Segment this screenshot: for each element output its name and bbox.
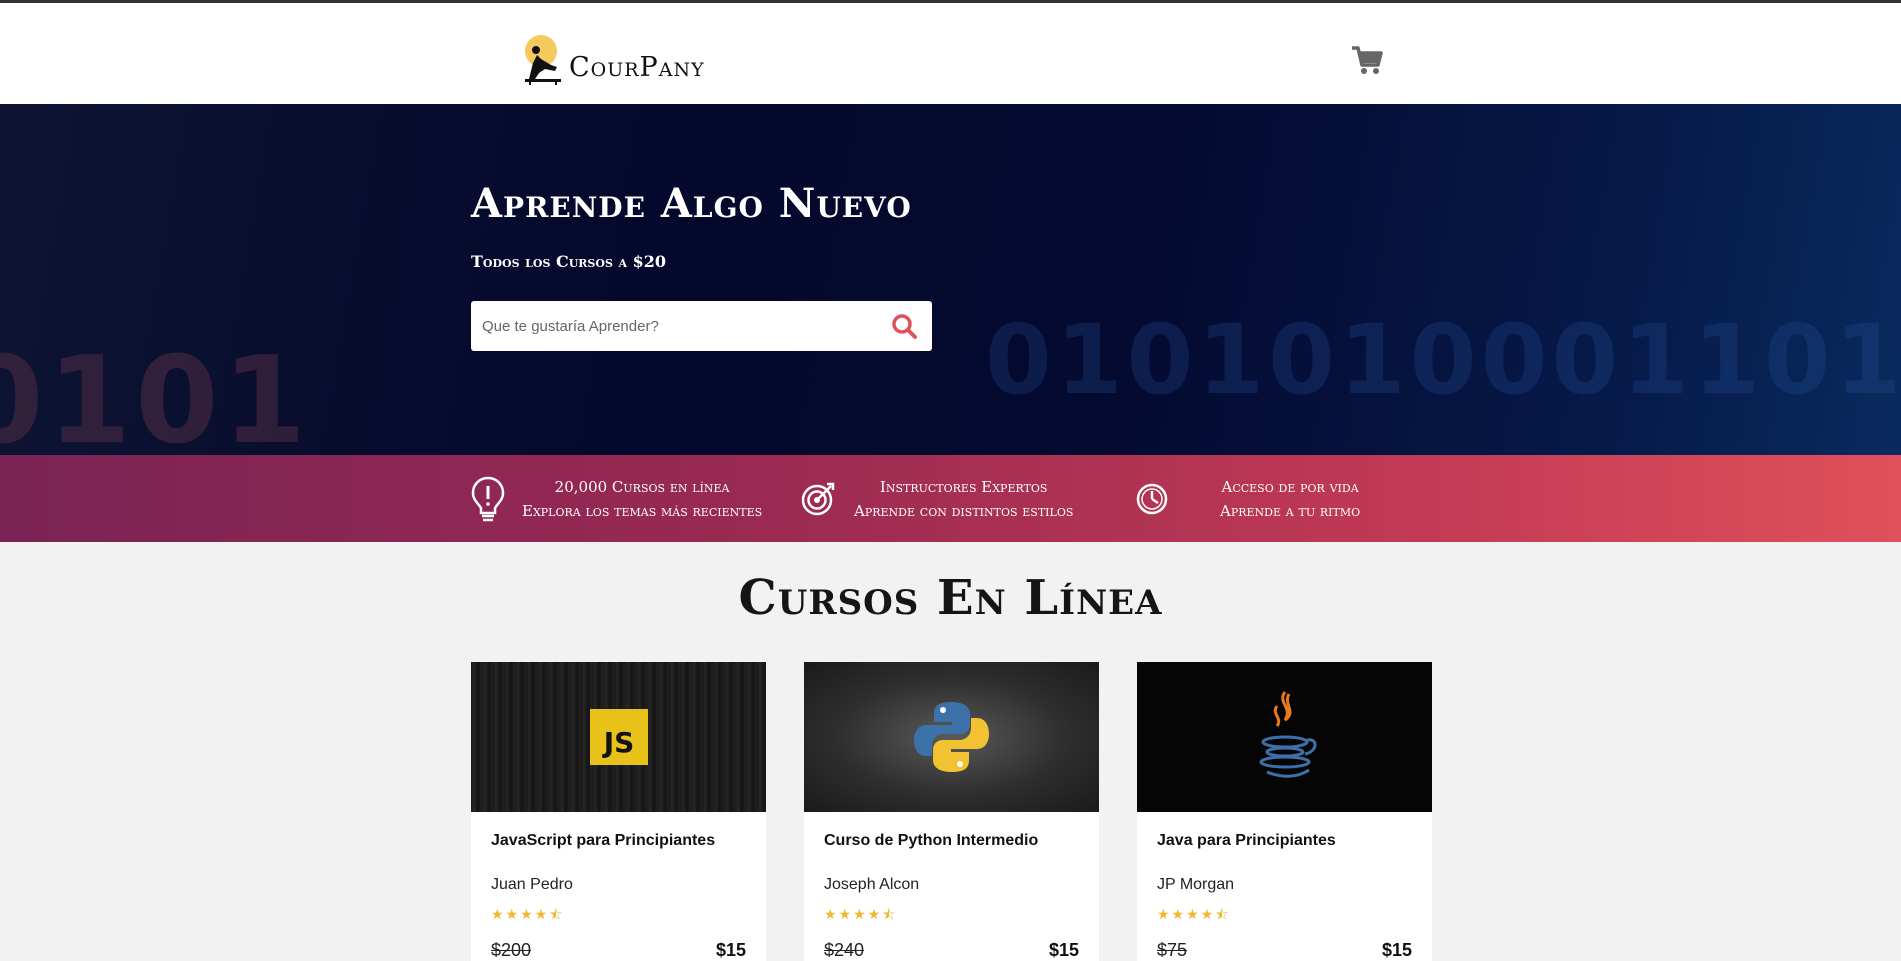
star-rating-icon: ★★★★⯪ xyxy=(1157,906,1231,922)
course-author: Juan Pedro xyxy=(491,876,573,893)
feature-subtitle: Aprende con distintos estilos xyxy=(854,501,1074,520)
features-band: 20,000 Cursos en línea Explora los temas… xyxy=(0,455,1901,542)
js-logo-icon: JS xyxy=(590,709,648,765)
old-price: $240 xyxy=(824,940,865,960)
brand-name: CourPany xyxy=(569,52,705,83)
course-image: JS xyxy=(471,662,766,812)
hero-title: Aprende Algo Nuevo xyxy=(471,180,912,227)
course-title[interactable]: Curso de Python Intermedio xyxy=(824,832,1079,858)
brand-logo[interactable]: CourPany xyxy=(523,25,705,85)
hero-binary-decoration-left: 0101 xyxy=(0,332,310,455)
star-rating-icon: ★★★★⯪ xyxy=(824,906,898,922)
hero-subtitle: Todos los Cursos a $20 xyxy=(471,252,666,271)
course-card-java[interactable]: Java para Principiantes JP Morgan ★★★★⯪ … xyxy=(1137,662,1432,961)
star-rating-icon: ★★★★⯪ xyxy=(491,906,565,922)
python-logo-icon xyxy=(914,702,989,772)
java-logo-icon xyxy=(1259,691,1317,778)
search-form xyxy=(471,301,932,351)
course-author: JP Morgan xyxy=(1157,876,1235,893)
site-header: CourPany xyxy=(0,3,1901,104)
feature-instructors: Instructores Expertos Aprende con distin… xyxy=(800,455,1073,542)
course-card-python[interactable]: Curso de Python Intermedio Joseph Alcon … xyxy=(804,662,1099,961)
course-card-javascript[interactable]: JS JavaScript para Principiantes Juan Pe… xyxy=(471,662,766,961)
old-price: $75 xyxy=(1157,940,1188,960)
svg-text:JS: JS xyxy=(602,726,635,759)
feature-title: Acceso de por vida xyxy=(1221,477,1359,496)
course-image xyxy=(804,662,1099,812)
target-icon xyxy=(801,482,835,515)
feature-title: Instructores Expertos xyxy=(879,477,1048,496)
feature-courses: 20,000 Cursos en línea Explora los temas… xyxy=(470,455,762,542)
feature-subtitle: Explora los temas más recientes xyxy=(522,501,763,520)
current-price: $15 xyxy=(1381,940,1412,960)
clock-icon xyxy=(1136,483,1168,514)
current-price: $15 xyxy=(1048,940,1079,960)
feature-access: Acceso de por vida Aprende a tu ritmo xyxy=(1134,455,1360,542)
course-image xyxy=(1137,662,1432,812)
hero-section: 0101 010101000110101 Aprende Algo Nuevo … xyxy=(0,104,1901,455)
feature-subtitle: Aprende a tu ritmo xyxy=(1220,501,1361,520)
old-price: $200 xyxy=(491,940,532,960)
search-icon[interactable] xyxy=(890,312,918,340)
section-title: Cursos En Línea xyxy=(738,570,1163,626)
hero-binary-decoration-right: 010101000110101 xyxy=(985,304,1901,416)
course-author: Joseph Alcon xyxy=(824,876,920,893)
reader-logo-icon xyxy=(525,35,561,85)
search-input[interactable] xyxy=(471,301,890,351)
course-title[interactable]: Java para Principiantes xyxy=(1157,832,1412,858)
cart-icon[interactable] xyxy=(1350,43,1384,77)
course-title[interactable]: JavaScript para Principiantes xyxy=(491,832,746,858)
feature-title: 20,000 Cursos en línea xyxy=(554,477,730,496)
lightbulb-icon xyxy=(471,476,505,521)
current-price: $15 xyxy=(715,940,746,960)
